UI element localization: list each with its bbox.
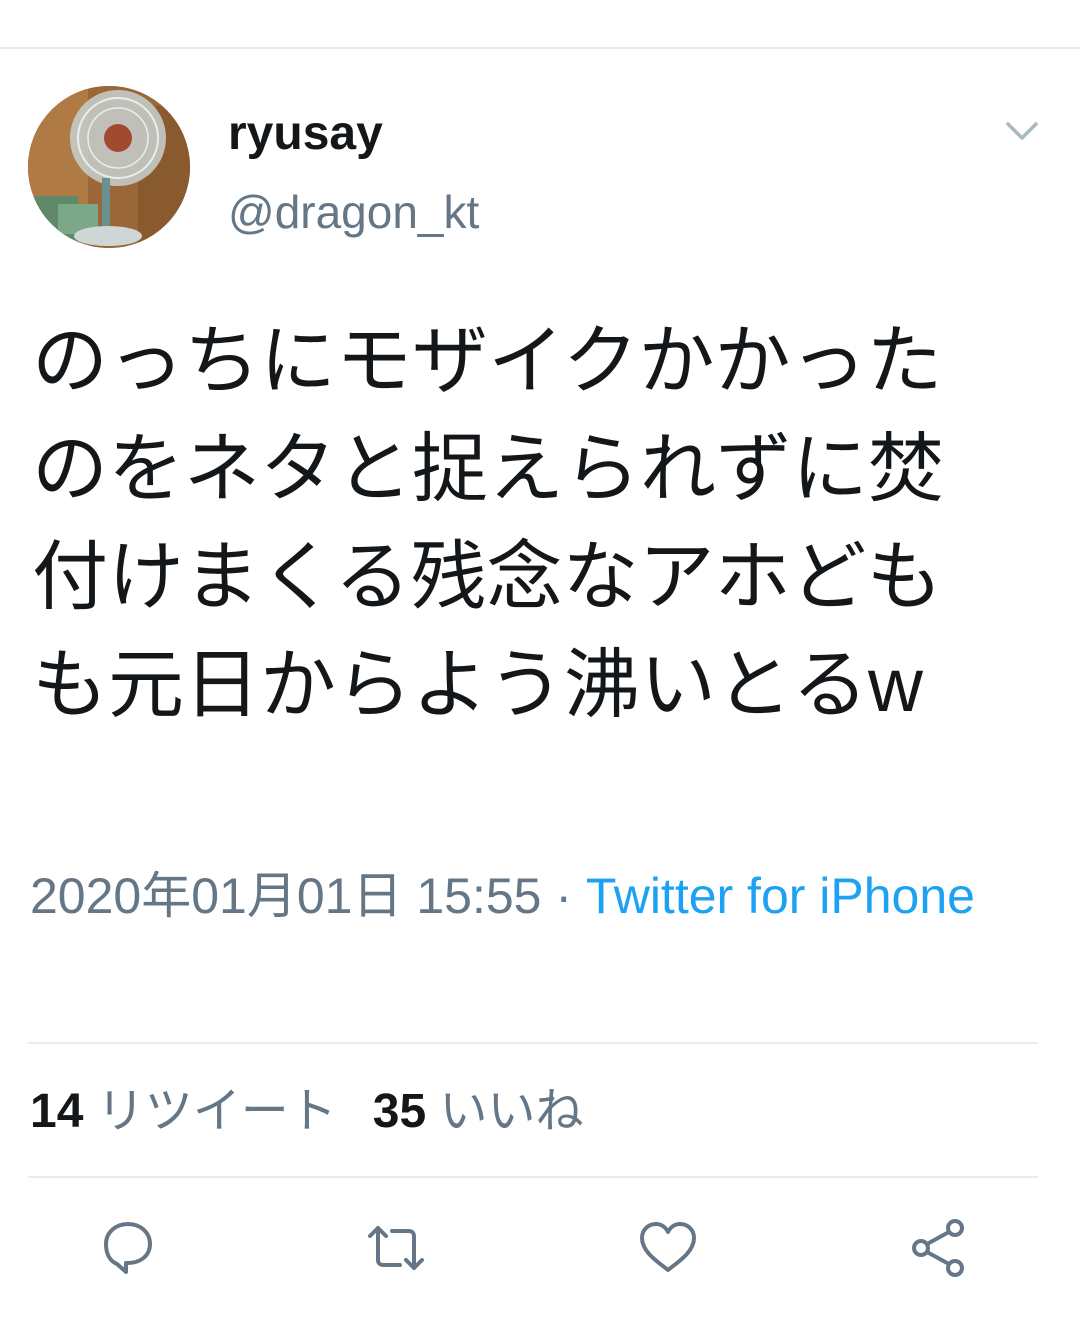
reply-icon[interactable] — [96, 1216, 160, 1280]
like-count-link[interactable]: 35 いいね — [373, 1085, 584, 1138]
user-handle[interactable]: @dragon_kt — [228, 182, 479, 242]
user-name[interactable]: ryusay — [228, 104, 383, 164]
tweet-text: のっちにモザイクかかったのをネタと捉えられずに焚付けまくる残念なアホどもも元日か… — [32, 319, 944, 728]
retweet-count: 14 — [30, 1085, 84, 1138]
avatar-photo — [28, 86, 190, 248]
retweet-label: リツイート — [96, 1085, 337, 1138]
like-label: いいね — [439, 1085, 584, 1138]
divider-meta — [28, 1042, 1038, 1044]
meta-separator: · — [541, 868, 586, 924]
tweet-stats: 14 リツイート 35 いいね — [30, 1080, 584, 1144]
tweet-meta: 2020年01月01日 15:55 · Twitter for iPhone — [30, 858, 1030, 934]
avatar[interactable] — [28, 86, 190, 248]
share-icon[interactable] — [906, 1216, 970, 1280]
retweet-icon[interactable] — [364, 1216, 428, 1280]
chevron-down-icon[interactable] — [1004, 116, 1040, 146]
divider-stats — [28, 1176, 1038, 1178]
top-divider — [0, 47, 1080, 49]
like-count: 35 — [372, 1085, 427, 1138]
tweet-timestamp[interactable]: 2020年01月01日 15:55 — [30, 868, 541, 924]
tweet-source-link[interactable]: Twitter for iPhone — [586, 868, 975, 924]
retweet-count-link[interactable]: 14 リツイート — [30, 1085, 337, 1138]
heart-icon[interactable] — [636, 1216, 700, 1280]
